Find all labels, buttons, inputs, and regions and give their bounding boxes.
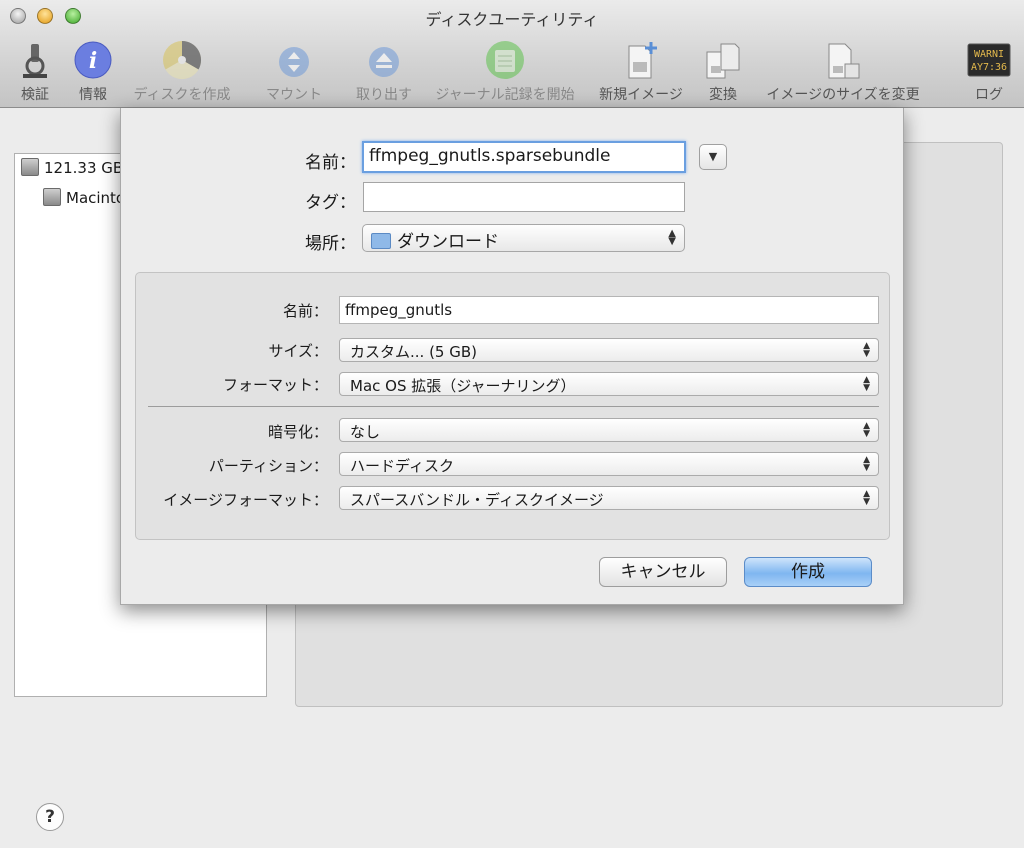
log-icon: WARNI AY7:36 xyxy=(966,40,1012,80)
image-format-label: イメージフォーマット： xyxy=(163,491,328,509)
encryption-value: なし xyxy=(350,423,381,441)
encryption-label: 暗号化： xyxy=(267,423,328,441)
location-value: ダウンロード xyxy=(397,232,499,252)
partition-popup[interactable]: ハードディスク ▲ ▼ xyxy=(339,452,879,476)
svg-text:AY7:36: AY7:36 xyxy=(971,62,1007,73)
burn-icon xyxy=(128,40,236,80)
location-label: 場所： xyxy=(305,234,356,254)
journal-icon xyxy=(428,40,582,80)
format-label: フォーマット： xyxy=(222,376,328,394)
resize-image-icon xyxy=(758,40,928,80)
popup-arrows-icon: ▲ ▼ xyxy=(863,341,870,359)
folder-icon xyxy=(371,233,391,249)
create-button[interactable]: 作成 xyxy=(744,557,872,587)
popup-arrows-icon: ▲ ▼ xyxy=(668,228,676,247)
mount-icon xyxy=(262,40,326,80)
eject-toolbar-button[interactable]: 取り出す xyxy=(352,40,416,104)
partition-label: パーティション： xyxy=(208,457,328,475)
eject-icon xyxy=(352,40,416,80)
mount-toolbar-button[interactable]: マウント xyxy=(262,40,326,104)
file-name-field[interactable]: ffmpeg_gnutls.sparsebundle xyxy=(362,141,686,173)
popup-arrows-icon: ▲ ▼ xyxy=(863,455,870,473)
help-button[interactable]: ? xyxy=(36,803,64,831)
size-popup[interactable]: カスタム... (5 GB) ▲ ▼ xyxy=(339,338,879,362)
expand-dialog-button[interactable]: ▼ xyxy=(699,144,727,170)
hard-disk-icon xyxy=(21,158,39,176)
group-divider xyxy=(148,406,879,407)
size-label: サイズ： xyxy=(268,342,328,360)
tags-field[interactable] xyxy=(363,182,685,212)
popup-arrows-icon: ▲ ▼ xyxy=(863,421,870,439)
journal-toolbar-button[interactable]: ジャーナル記録を開始 xyxy=(428,40,582,104)
image-options-group: 名前： ffmpeg_gnutls サイズ： カスタム... (5 GB) ▲ ▼… xyxy=(135,272,890,540)
resize-image-toolbar-button[interactable]: イメージのサイズを変更 xyxy=(758,40,928,104)
svg-text:WARNI: WARNI xyxy=(974,49,1004,60)
tags-label: タグ： xyxy=(305,193,356,213)
encryption-popup[interactable]: なし ▲ ▼ xyxy=(339,418,879,442)
size-value: カスタム... (5 GB) xyxy=(350,343,478,361)
microscope-icon xyxy=(14,40,56,80)
burn-toolbar-button[interactable]: ディスクを作成 xyxy=(128,40,236,104)
file-name-label: 名前： xyxy=(305,153,356,173)
convert-toolbar-button[interactable]: 変換 xyxy=(703,40,743,104)
log-toolbar-button[interactable]: WARNI AY7:36 ログ xyxy=(966,40,1012,104)
convert-icon xyxy=(703,40,743,80)
partition-value: ハードディスク xyxy=(350,457,454,475)
location-popup[interactable]: ダウンロード ▲ ▼ xyxy=(362,224,685,252)
volume-name-field[interactable]: ffmpeg_gnutls xyxy=(339,296,879,324)
popup-arrows-icon: ▲ ▼ xyxy=(863,375,870,393)
popup-arrows-icon: ▲ ▼ xyxy=(863,489,870,507)
verify-toolbar-button[interactable]: 検証 xyxy=(14,40,56,104)
format-popup[interactable]: Mac OS 拡張（ジャーナリング） ▲ ▼ xyxy=(339,372,879,396)
cancel-button[interactable]: キャンセル xyxy=(599,557,727,587)
info-icon: i xyxy=(72,40,114,80)
image-format-value: スパースバンドル・ディスクイメージ xyxy=(350,491,604,509)
info-toolbar-button[interactable]: i 情報 xyxy=(72,40,114,104)
chevron-down-icon: ▼ xyxy=(708,150,718,163)
volume-name-label: 名前： xyxy=(282,302,328,320)
new-image-icon xyxy=(595,40,687,80)
window-title: ディスクユーティリティ xyxy=(425,10,599,29)
svg-text:i: i xyxy=(89,48,97,74)
window-titlebar: ディスクユーティリティ 検証 i 情報 ディスクを作成 マウント 取り出す ジャ… xyxy=(0,0,1024,108)
new-image-sheet: 名前： ffmpeg_gnutls.sparsebundle ▼ タグ： 場所：… xyxy=(120,108,904,605)
volume-icon xyxy=(43,188,61,206)
new-image-toolbar-button[interactable]: 新規イメージ xyxy=(595,40,687,104)
image-format-popup[interactable]: スパースバンドル・ディスクイメージ ▲ ▼ xyxy=(339,486,879,510)
format-value: Mac OS 拡張（ジャーナリング） xyxy=(350,377,576,395)
